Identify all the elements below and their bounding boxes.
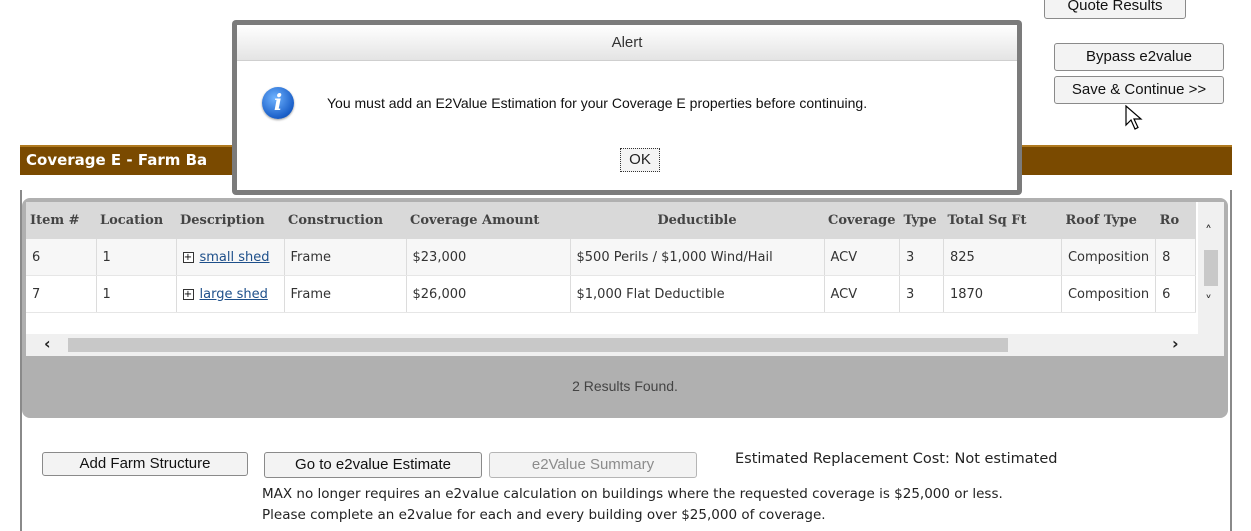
frame-right-border: [1230, 190, 1232, 531]
cell-sqft: 825: [943, 239, 1062, 276]
vertical-scrollbar[interactable]: ˄ ˅: [1198, 202, 1224, 334]
col-header-total-sqft[interactable]: Total Sq Ft: [943, 202, 1062, 239]
table-header-row: Item # Location Description Construction…: [26, 202, 1196, 239]
info-icon: i: [262, 87, 294, 119]
alert-dialog: Alert i You must add an E2Value Estimati…: [237, 25, 1017, 190]
col-header-deductible[interactable]: Deductible: [570, 202, 824, 239]
bypass-e2value-button[interactable]: Bypass e2value: [1054, 43, 1224, 71]
scroll-left-icon[interactable]: ‹: [44, 334, 51, 353]
results-count: 2 Results Found.: [572, 378, 678, 394]
ok-button[interactable]: OK: [620, 148, 660, 172]
estimated-replacement-cost: Estimated Replacement Cost: Not estimate…: [735, 451, 1058, 467]
cell-ro: 6: [1155, 275, 1197, 313]
cell-construction: Frame: [284, 239, 407, 276]
results-grid: Item # Location Description Construction…: [22, 198, 1228, 418]
cell-roof: Composition: [1061, 239, 1157, 276]
cell-coverage-amount: $23,000: [406, 239, 571, 276]
scroll-right-icon[interactable]: ›: [1172, 334, 1179, 353]
table-row: 6 1 + small shed Frame $23,000 $500 Peril…: [26, 239, 1197, 276]
cell-sqft: 1870: [943, 275, 1062, 313]
col-header-coverage-amount[interactable]: Coverage Amount: [406, 202, 570, 239]
col-header-ro[interactable]: Ro: [1155, 202, 1196, 239]
expand-icon[interactable]: +: [182, 251, 194, 263]
cell-roof: Composition: [1061, 275, 1157, 313]
cell-coverage: ACV: [824, 239, 900, 276]
col-header-coverage[interactable]: Coverage: [824, 202, 900, 239]
table-row: 7 1 + large shed Frame $26,000 $1,000 Fla…: [26, 275, 1197, 313]
grid-viewport: Item # Location Description Construction…: [26, 202, 1224, 356]
cell-deductible: $1,000 Flat Deductible: [570, 275, 825, 313]
col-header-roof-type[interactable]: Roof Type: [1061, 202, 1156, 239]
col-header-type[interactable]: Type: [899, 202, 944, 239]
go-to-e2value-button[interactable]: Go to e2value Estimate: [264, 452, 482, 478]
section-title: Coverage E - Farm Ba: [26, 151, 208, 169]
scroll-up-icon[interactable]: ˄: [1205, 224, 1212, 240]
cell-type: 3: [899, 239, 944, 276]
cell-type: 3: [899, 275, 944, 313]
scroll-down-icon[interactable]: ˅: [1205, 294, 1212, 310]
quote-results-button[interactable]: Quote Results: [1044, 0, 1186, 19]
mouse-cursor-icon: [1125, 105, 1143, 130]
cell-location: 1: [96, 239, 177, 276]
description-link[interactable]: small shed: [200, 250, 270, 265]
cell-coverage: ACV: [824, 275, 900, 313]
cell-coverage-amount: $26,000: [406, 275, 571, 313]
col-header-location[interactable]: Location: [96, 202, 176, 239]
vertical-scroll-thumb[interactable]: [1204, 250, 1218, 286]
cell-construction: Frame: [284, 275, 407, 313]
cell-item: 6: [26, 239, 97, 276]
cell-item: 7: [26, 275, 97, 313]
expand-icon[interactable]: +: [182, 288, 194, 300]
cell-description: + large shed: [176, 275, 285, 313]
e2value-note-line2: Please complete an e2value for each and …: [262, 507, 826, 523]
structures-table: Item # Location Description Construction…: [26, 202, 1197, 313]
dialog-title: Alert: [237, 25, 1017, 61]
col-header-description[interactable]: Description: [176, 202, 284, 239]
cell-deductible: $500 Perils / $1,000 Wind/Hail: [570, 239, 825, 276]
col-header-construction[interactable]: Construction: [284, 202, 406, 239]
e2value-note-line1: MAX no longer requires an e2value calcul…: [262, 486, 1003, 502]
cell-description: + small shed: [176, 239, 285, 276]
cell-location: 1: [96, 275, 177, 313]
save-continue-button[interactable]: Save & Continue >>: [1054, 76, 1224, 104]
horizontal-scrollbar[interactable]: ‹ ›: [26, 334, 1224, 356]
add-farm-structure-button[interactable]: Add Farm Structure: [42, 452, 248, 476]
cell-ro: 8: [1155, 239, 1197, 276]
dialog-message: You must add an E2Value Estimation for y…: [327, 95, 868, 111]
col-header-item[interactable]: Item #: [26, 202, 96, 239]
horizontal-scroll-thumb[interactable]: [68, 338, 1008, 352]
e2value-summary-button[interactable]: e2Value Summary: [489, 452, 697, 478]
description-link[interactable]: large shed: [200, 287, 268, 302]
